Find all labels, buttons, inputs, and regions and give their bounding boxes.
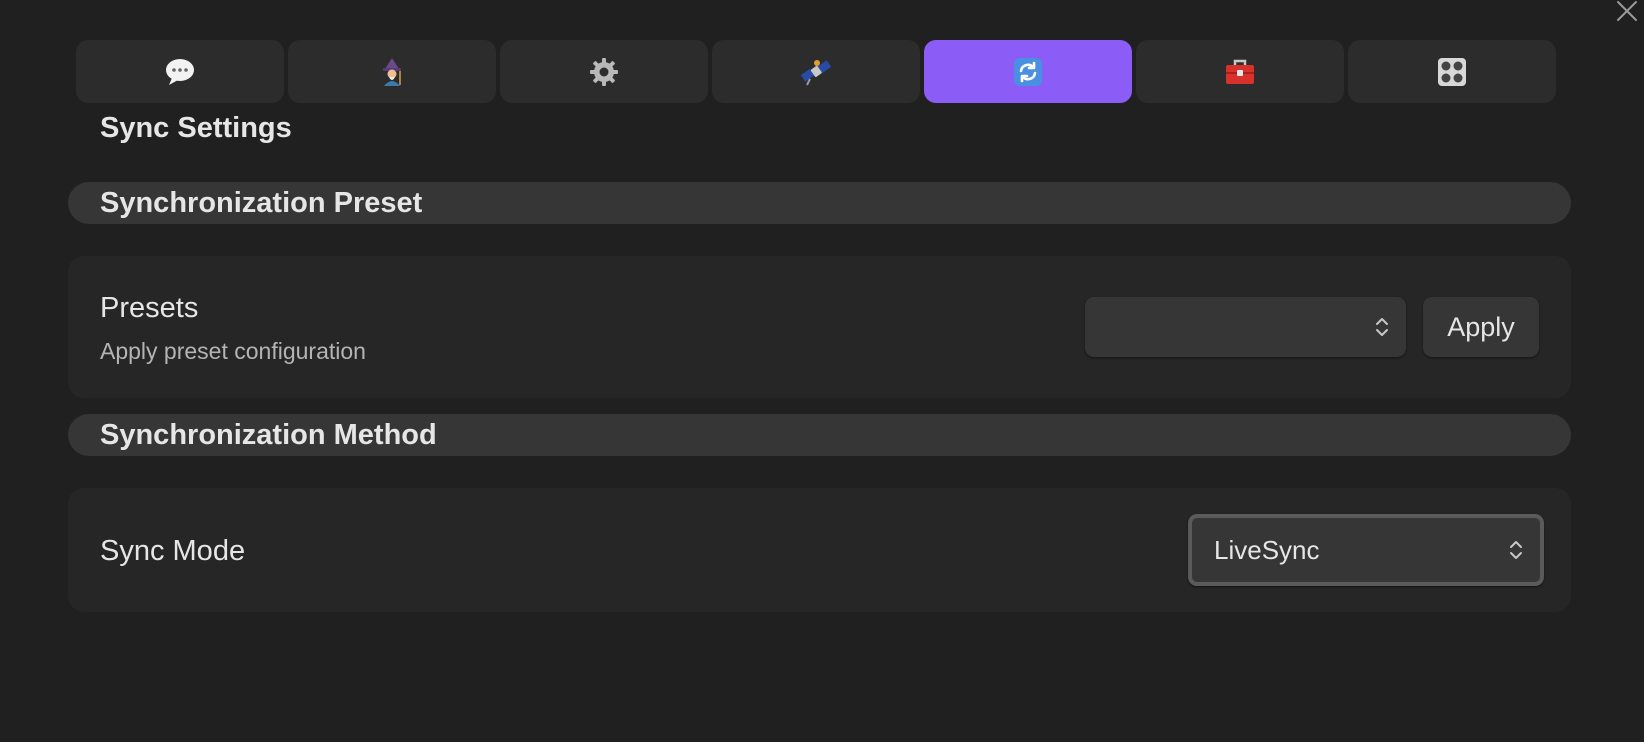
tab-sync-settings[interactable] <box>924 40 1132 103</box>
tab-remote-configuration[interactable] <box>712 40 920 103</box>
satellite-icon <box>800 59 832 85</box>
tab-general-settings[interactable] <box>500 40 708 103</box>
wizard-icon <box>383 57 401 86</box>
speech-bubble-icon <box>166 58 194 85</box>
sync-mode-select[interactable]: LiveSync <box>1188 514 1544 586</box>
settings-tabs <box>76 40 1556 103</box>
setting-item-sync-mode: Sync Mode LiveSync <box>68 488 1571 612</box>
tab-setup-wizard[interactable] <box>288 40 496 103</box>
chevron-updown-icon <box>1510 541 1522 559</box>
setting-name-sync-mode: Sync Mode <box>100 535 246 567</box>
page-title: Sync Settings <box>100 112 292 144</box>
sync-mode-select-value: LiveSync <box>1214 534 1320 565</box>
close-button[interactable] <box>1612 0 1640 24</box>
tab-advanced[interactable] <box>1348 40 1556 103</box>
apply-preset-button[interactable]: Apply <box>1423 297 1539 357</box>
tab-maintenance[interactable] <box>1136 40 1344 103</box>
settings-modal: Sync Settings Synchronization Preset Pre… <box>0 0 1644 742</box>
setting-desc-presets: Apply preset configuration <box>100 338 366 364</box>
sync-arrows-icon <box>1014 57 1042 86</box>
section-header-preset[interactable]: Synchronization Preset <box>68 182 1571 224</box>
tab-general[interactable] <box>76 40 284 103</box>
setting-name-presets: Presets <box>100 292 199 324</box>
presets-select[interactable] <box>1085 297 1406 357</box>
close-icon <box>1617 1 1637 21</box>
toolbox-icon <box>1226 59 1254 84</box>
setting-item-presets: Presets Apply preset configuration Apply <box>68 256 1571 398</box>
gear-icon <box>590 57 618 86</box>
chevron-updown-icon <box>1376 318 1388 336</box>
section-header-method[interactable]: Synchronization Method <box>68 414 1571 456</box>
control-knobs-icon <box>1438 57 1466 86</box>
